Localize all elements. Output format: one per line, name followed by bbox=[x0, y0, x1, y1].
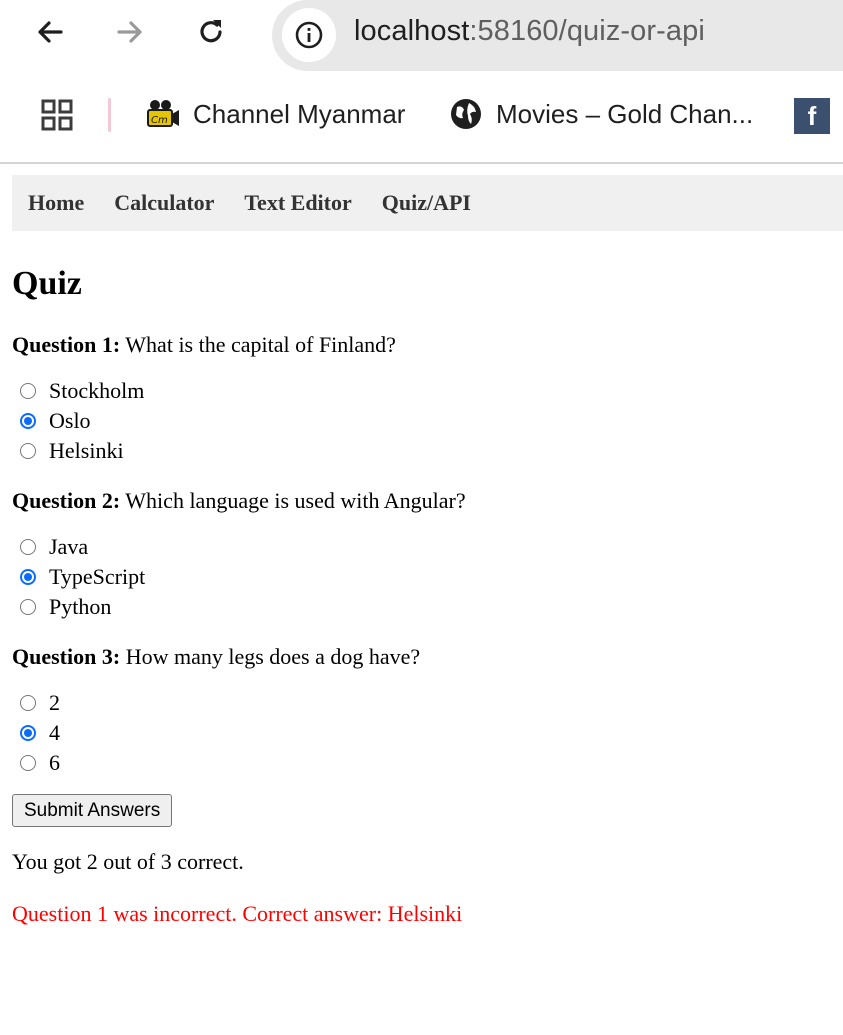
apps-button[interactable] bbox=[38, 96, 78, 141]
question-1-options: Stockholm Oslo Helsinki bbox=[12, 376, 832, 466]
reload-icon bbox=[200, 20, 222, 43]
radio-button[interactable] bbox=[20, 755, 36, 771]
url-host: localhost bbox=[354, 15, 470, 47]
globe-icon bbox=[448, 96, 484, 132]
option-label: Helsinki bbox=[49, 438, 124, 463]
option-java[interactable]: Java bbox=[12, 532, 832, 562]
incorrect-answer-message: Question 1 was incorrect. Correct answer… bbox=[12, 901, 463, 926]
nav-link-quiz-api[interactable]: Quiz/API bbox=[382, 190, 471, 216]
question-2: Question 2: Which language is used with … bbox=[12, 488, 832, 514]
option-6[interactable]: 6 bbox=[12, 748, 832, 778]
back-button[interactable] bbox=[30, 12, 70, 52]
option-label: Java bbox=[49, 534, 89, 559]
nav-link-text-editor[interactable]: Text Editor bbox=[244, 190, 351, 216]
arrow-left-icon bbox=[38, 21, 63, 43]
option-label: Oslo bbox=[49, 408, 91, 433]
film-camera-icon: Cm bbox=[145, 96, 181, 132]
apps-grid-icon bbox=[41, 99, 73, 131]
option-label: Stockholm bbox=[49, 378, 145, 403]
radio-button[interactable] bbox=[20, 599, 36, 615]
radio-button-selected[interactable] bbox=[20, 569, 36, 585]
option-oslo[interactable]: Oslo bbox=[12, 406, 832, 436]
question-1: Question 1: What is the capital of Finla… bbox=[12, 332, 832, 358]
question-label: Question 1: bbox=[12, 332, 121, 357]
option-label: 6 bbox=[49, 750, 60, 775]
bookmark-label: Channel Myanmar bbox=[193, 98, 406, 129]
facebook-bookmark-icon[interactable]: f bbox=[794, 98, 830, 134]
bookmark-movies-gold-channel[interactable]: Movies – Gold Chan... bbox=[448, 96, 753, 132]
radio-button[interactable] bbox=[20, 695, 36, 711]
question-2-options: Java TypeScript Python bbox=[12, 532, 832, 622]
question-3-options: 2 4 6 bbox=[12, 688, 832, 778]
option-label: 2 bbox=[49, 690, 60, 715]
bookmarks-divider bbox=[108, 98, 111, 132]
option-typescript[interactable]: TypeScript bbox=[12, 562, 832, 592]
question-label: Question 2: bbox=[12, 488, 121, 513]
score-result: You got 2 out of 3 correct. bbox=[12, 849, 244, 874]
option-helsinki[interactable]: Helsinki bbox=[12, 436, 832, 466]
option-label: 4 bbox=[49, 720, 60, 745]
question-text: What is the capital of Finland? bbox=[125, 332, 396, 357]
question-text: Which language is used with Angular? bbox=[125, 488, 466, 513]
radio-button-selected[interactable] bbox=[20, 725, 36, 741]
option-2[interactable]: 2 bbox=[12, 688, 832, 718]
url-path: :58160/quiz-or-api bbox=[469, 15, 705, 47]
nav-link-home[interactable]: Home bbox=[28, 190, 84, 216]
question-label: Question 3: bbox=[12, 644, 121, 669]
address-bar[interactable]: localhost:58160/quiz-or-api bbox=[272, 0, 843, 71]
facebook-letter: f bbox=[807, 100, 817, 131]
option-python[interactable]: Python bbox=[12, 592, 832, 622]
radio-button[interactable] bbox=[20, 539, 36, 555]
quiz-content: Quiz Question 1: What is the capital of … bbox=[12, 258, 832, 927]
submit-answers-button[interactable]: Submit Answers bbox=[12, 794, 173, 827]
radio-button[interactable] bbox=[20, 443, 36, 459]
site-info-button[interactable] bbox=[282, 8, 336, 62]
url-text: localhost:58160/quiz-or-api bbox=[354, 15, 705, 48]
radio-button-selected[interactable] bbox=[20, 413, 36, 429]
option-label: Python bbox=[49, 594, 112, 619]
svg-text:Cm: Cm bbox=[151, 115, 168, 126]
reload-button[interactable] bbox=[191, 12, 231, 52]
site-navigation: Home Calculator Text Editor Quiz/API bbox=[12, 175, 843, 231]
question-3: Question 3: How many legs does a dog hav… bbox=[12, 644, 832, 670]
radio-button[interactable] bbox=[20, 383, 36, 399]
option-label: TypeScript bbox=[49, 564, 146, 589]
nav-link-calculator[interactable]: Calculator bbox=[114, 190, 214, 216]
info-icon bbox=[295, 21, 323, 49]
bookmark-label: Movies – Gold Chan... bbox=[496, 98, 754, 129]
page-title: Quiz bbox=[12, 265, 82, 302]
arrow-right-icon bbox=[117, 21, 142, 43]
bookmark-channel-myanmar[interactable]: Cm Channel Myanmar bbox=[145, 96, 405, 132]
option-4[interactable]: 4 bbox=[12, 718, 832, 748]
forward-button[interactable] bbox=[110, 12, 150, 52]
option-stockholm[interactable]: Stockholm bbox=[12, 376, 832, 406]
question-text: How many legs does a dog have? bbox=[125, 644, 421, 669]
browser-toolbar: localhost:58160/quiz-or-api bbox=[0, 0, 843, 72]
